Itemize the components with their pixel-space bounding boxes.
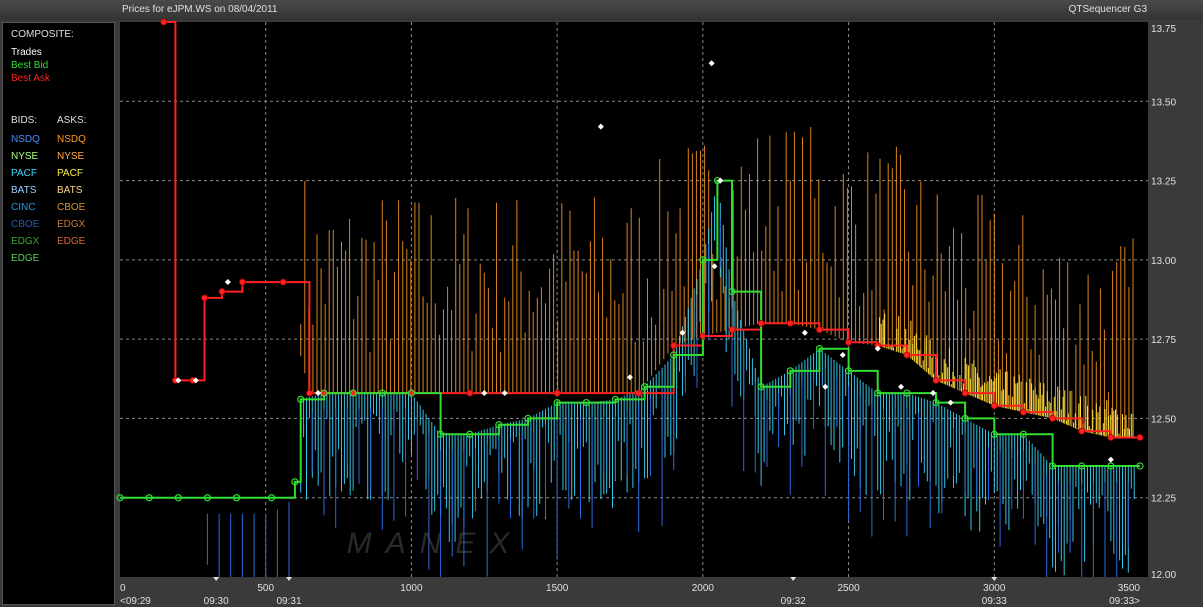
x-tick-label: 3000 [983,583,1006,594]
best-ask-point [1049,415,1056,422]
best-ask-point [466,389,474,397]
best-ask-point [306,389,313,397]
best-ask-point [757,319,765,327]
y-tick-label: 13.00 [1151,256,1176,267]
best-ask-point [635,389,643,397]
x-tick-label: 500 [257,583,274,594]
x-tick-label: 3500 [1118,583,1141,594]
y-tick-label: 12.25 [1151,494,1176,505]
time-marker [790,577,797,581]
y-axis: 12.00 12.25 12.50 12.75 13.00 13.25 13.50 13.75 [1151,24,1176,581]
x-tick-label: 2500 [837,583,860,594]
x-axis: 0 500 1000 1500 2000 2500 3000 3500 <09:29 09:30 0… [120,577,1140,607]
best-ask-point [1020,408,1027,416]
best-ask-point [160,18,168,26]
time-label: 09:30 [204,596,229,607]
best-ask-point [670,342,678,349]
best-ask-point [1078,427,1086,435]
time-marker [213,577,220,581]
best-ask-point [699,332,707,340]
time-label: 09:33> [1109,596,1140,607]
y-tick-label: 13.25 [1151,177,1176,188]
time-marker [991,577,998,581]
best-ask-point [990,402,998,410]
best-ask-point [1136,434,1144,441]
time-label: 09:32 [781,596,806,607]
price-chart[interactable]: MANEX 12.00 12.25 12.50 12.75 13.00 13.25 13.5… [0,0,1203,607]
best-ask-point [218,288,226,295]
time-label: <09:29 [120,596,151,607]
best-ask-point [816,326,823,334]
y-tick-label: 13.50 [1151,97,1176,108]
y-tick-label: 12.75 [1151,335,1176,346]
best-ask-point [903,351,911,359]
best-ask-point [279,278,287,286]
x-tick-label: 0 [120,583,126,594]
time-label: 09:33 [982,596,1007,607]
best-ask-point [961,389,969,397]
y-tick-label: 12.50 [1151,414,1176,425]
best-ask-point [201,294,208,302]
time-label: 09:31 [277,596,302,607]
y-tick-label: 12.00 [1151,570,1176,581]
best-ask-point [932,376,940,384]
watermark: MANEX [347,527,524,560]
time-marker [286,577,293,581]
best-ask-point [1107,434,1115,441]
best-ask-point [238,278,246,286]
x-tick-label: 1500 [546,583,569,594]
best-ask-point [786,319,794,327]
x-tick-label: 1000 [400,583,423,594]
best-ask-point [553,389,561,397]
y-tick-label: 13.75 [1151,24,1176,35]
x-tick-label: 2000 [692,583,715,594]
best-ask-point [728,326,736,334]
best-ask-point [845,338,852,346]
